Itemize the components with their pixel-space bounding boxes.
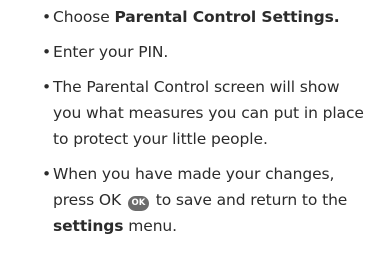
bullet-icon: • <box>42 78 52 96</box>
list-item-save-changes: • When you have made your changes, press … <box>42 161 372 239</box>
bullet-icon: • <box>42 165 52 183</box>
item-text-middle: to save and return to the <box>150 191 348 209</box>
item-text: Choose <box>53 8 115 26</box>
item-text-after: menu. <box>123 217 177 235</box>
instruction-list: • Choose Parental Control Settings. • Ente… <box>42 4 372 248</box>
bullet-icon: • <box>42 8 52 26</box>
list-item-enter-pin: • Enter your PIN. <box>42 39 372 65</box>
item-bold-text: Parental Control Settings. <box>114 8 340 26</box>
item-text: The Parental Control screen will show yo… <box>53 78 364 148</box>
ok-button-icon: OK <box>127 196 149 211</box>
bullet-icon: • <box>42 43 52 61</box>
item-bold-text: settings <box>53 217 124 235</box>
list-item-choose-settings: • Choose Parental Control Settings. <box>42 4 372 30</box>
item-text: Enter your PIN. <box>53 43 169 61</box>
list-item-parental-control-screen: • The Parental Control screen will show y… <box>42 74 372 152</box>
